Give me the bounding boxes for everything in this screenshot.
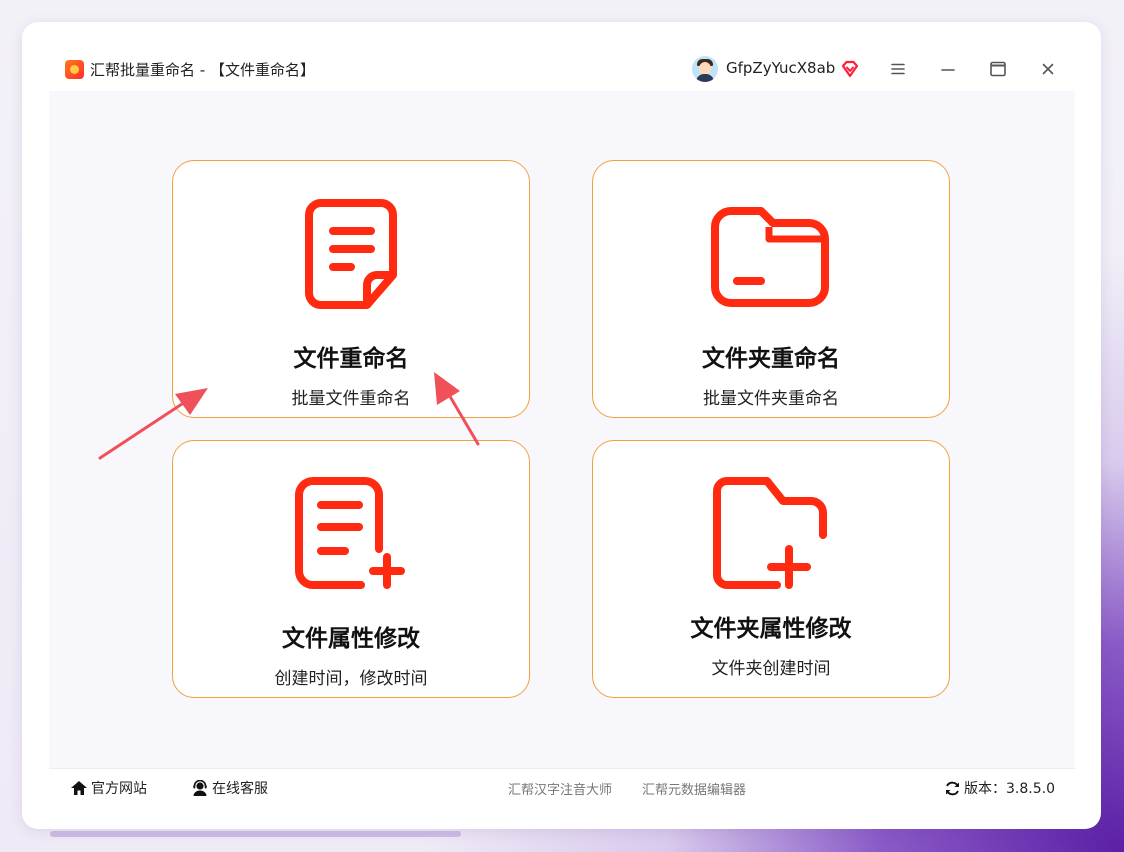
website-link[interactable]: 官方网站: [70, 778, 147, 798]
card-title: 文件重命名: [293, 346, 409, 372]
document-add-icon: [295, 477, 405, 589]
minimize-icon[interactable]: [936, 57, 960, 81]
close-icon[interactable]: [1036, 57, 1060, 81]
home-icon: [71, 781, 87, 795]
avatar-icon[interactable]: [692, 56, 718, 82]
app-logo-icon: [65, 60, 84, 79]
main-content: 文件重命名 批量文件重命名 文件夹重命名 批量文件夹重命名 文件属性修改 创建时…: [49, 91, 1075, 768]
app-window: 汇帮批量重命名 - 【文件重命名】 GfpZyYucX8ab 文件重命名 批量文…: [22, 22, 1101, 829]
title-bar: 汇帮批量重命名 - 【文件重命名】 GfpZyYucX8ab: [56, 46, 1071, 93]
card-subtitle: 批量文件重命名: [291, 389, 411, 409]
file-rename-card[interactable]: 文件重命名 批量文件重命名: [172, 160, 530, 418]
card-subtitle: 文件夹创建时间: [711, 659, 831, 679]
support-label: 在线客服: [212, 781, 268, 797]
pinyin-master-link[interactable]: 汇帮汉字注音大师: [508, 779, 612, 798]
folder-add-icon: [713, 477, 827, 589]
menu-icon[interactable]: [886, 57, 910, 81]
card-title: 文件夹属性修改: [690, 616, 852, 642]
folder-rename-card[interactable]: 文件夹重命名 批量文件夹重命名: [592, 160, 950, 418]
version-label: 版本：3.8.5.0: [964, 781, 1055, 797]
folder-icon: [711, 207, 829, 307]
version-info[interactable]: 版本：3.8.5.0: [944, 778, 1055, 798]
card-subtitle: 批量文件夹重命名: [703, 389, 839, 409]
metadata-editor-link[interactable]: 汇帮元数据编辑器: [642, 779, 746, 798]
support-link[interactable]: 在线客服: [191, 778, 268, 798]
file-attribute-card[interactable]: 文件属性修改 创建时间，修改时间: [172, 440, 530, 698]
website-label: 官方网站: [91, 781, 147, 797]
refresh-icon: [946, 781, 959, 795]
window-title: 汇帮批量重命名 - 【文件重命名】: [90, 61, 315, 79]
support-agent-icon: [193, 780, 207, 796]
card-title: 文件属性修改: [282, 626, 420, 652]
folder-attribute-card[interactable]: 文件夹属性修改 文件夹创建时间: [592, 440, 950, 698]
card-title: 文件夹重命名: [702, 346, 840, 372]
maximize-icon[interactable]: [986, 57, 1010, 81]
username[interactable]: GfpZyYucX8ab: [726, 59, 835, 77]
vip-diamond-icon[interactable]: [840, 59, 860, 79]
card-subtitle: 创建时间，修改时间: [274, 669, 428, 689]
status-bar: 官方网站 在线客服 汇帮汉字注音大师 汇帮元数据编辑器 版本：3.8.5.0: [49, 768, 1075, 805]
document-icon: [305, 199, 397, 309]
background-scrollbar: [50, 831, 461, 837]
